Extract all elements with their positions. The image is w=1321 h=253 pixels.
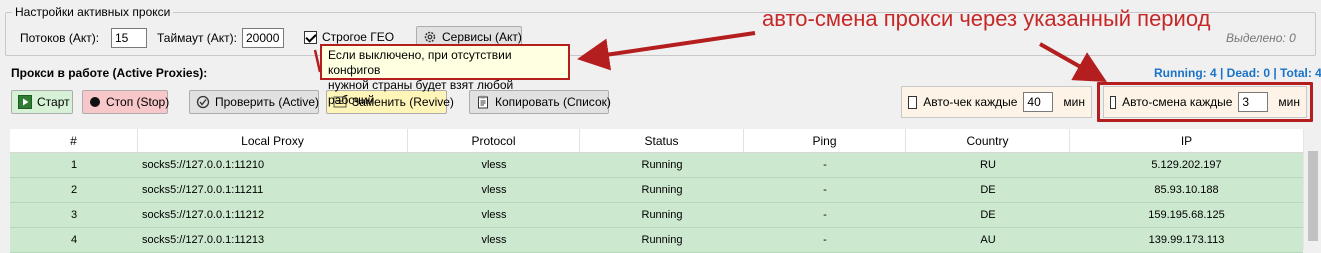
arrow-to-auto-switch xyxy=(1039,42,1107,82)
arrow-to-checkbox xyxy=(313,49,322,73)
arrow-to-tooltip xyxy=(577,31,756,71)
annotation-arrows xyxy=(313,31,1107,82)
